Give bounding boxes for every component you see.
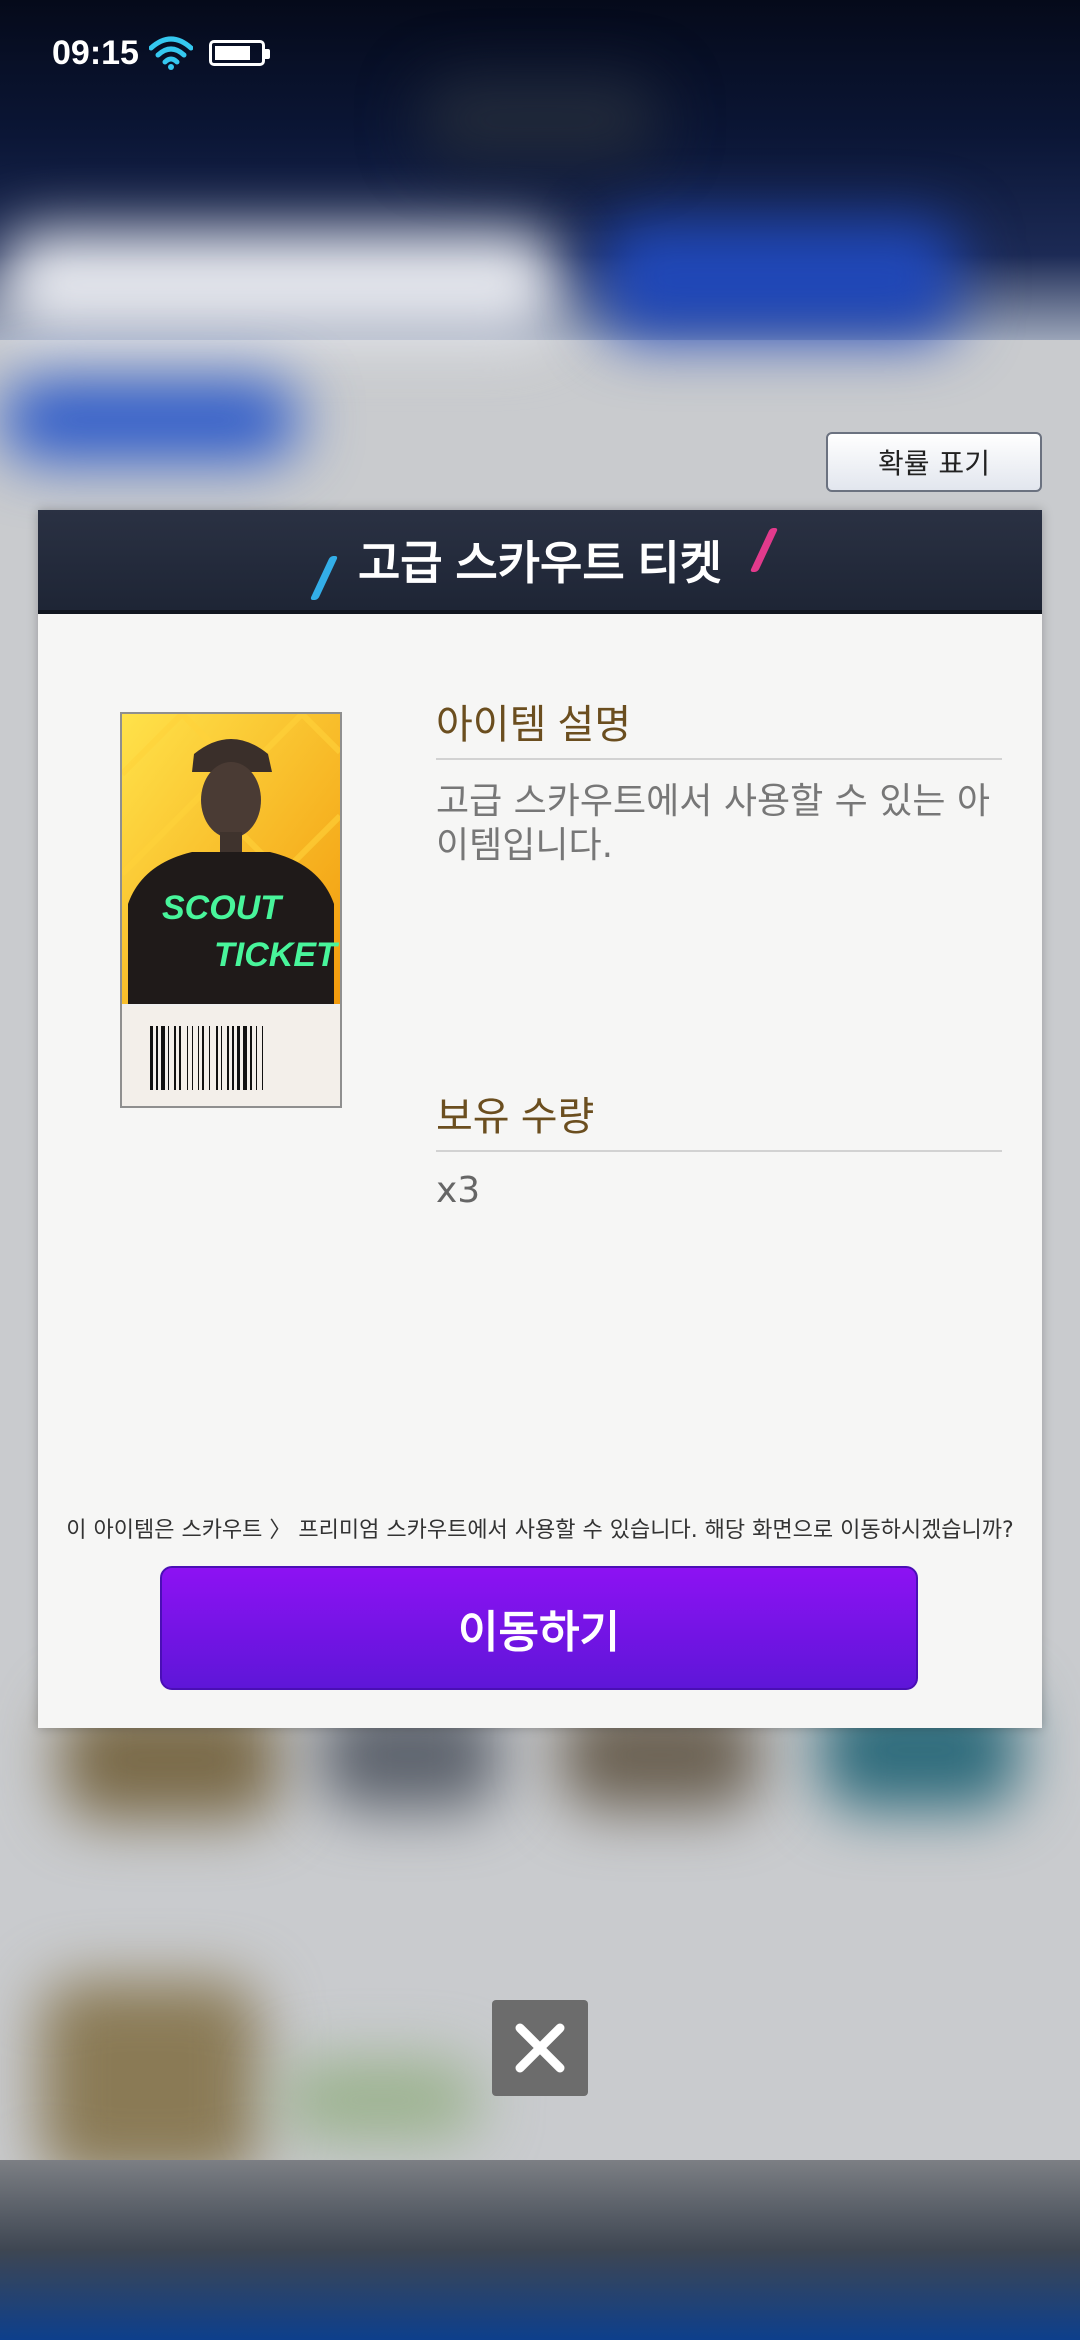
go-button[interactable]: 이동하기 xyxy=(160,1566,918,1690)
ticket-line2: TICKET xyxy=(214,936,340,974)
close-icon xyxy=(515,2023,565,2073)
probability-button-label: 확률 표기 xyxy=(878,447,990,480)
scout-ticket-image: SCOUT TICKET xyxy=(120,712,342,1108)
status-bar: 09:15 xyxy=(52,28,270,78)
pink-slash-decoration xyxy=(749,528,779,572)
battery-icon xyxy=(208,40,270,66)
status-time: 09:15 xyxy=(52,33,139,72)
quantity-title: 보유 수량 xyxy=(436,1095,595,1139)
probability-button[interactable]: 확률 표기 xyxy=(826,432,1042,492)
navigation-note: 이 아이템은 스카우트 〉 프리미엄 스카우트에서 사용할 수 있습니다. 해당… xyxy=(66,1518,1014,1543)
blue-slash-decoration xyxy=(309,556,339,600)
ticket-line1: SCOUT xyxy=(162,889,284,927)
description-text: 고급 스카우트에서 사용할 수 있는 아이템입니다. xyxy=(436,781,991,866)
go-button-label: 이동하기 xyxy=(458,1608,620,1657)
quantity-divider xyxy=(436,1150,1002,1152)
quantity-value: x3 xyxy=(436,1170,481,1211)
close-button[interactable] xyxy=(492,2000,588,2096)
description-title: 아이템 설명 xyxy=(436,703,632,747)
dialog-title: 고급 스카우트 티켓 xyxy=(357,537,723,589)
barcode-icon xyxy=(150,1026,263,1090)
item-dialog: 고급 스카우트 티켓 SCOUT TICKET 아이템 설명 고급 스카우트에서… xyxy=(38,510,1042,1728)
description-divider xyxy=(436,758,1002,760)
ticket-stub xyxy=(122,1006,340,1106)
ticket-artwork: SCOUT TICKET xyxy=(122,714,340,1004)
wifi-icon xyxy=(148,36,193,70)
dialog-header: 고급 스카우트 티켓 xyxy=(38,510,1042,614)
